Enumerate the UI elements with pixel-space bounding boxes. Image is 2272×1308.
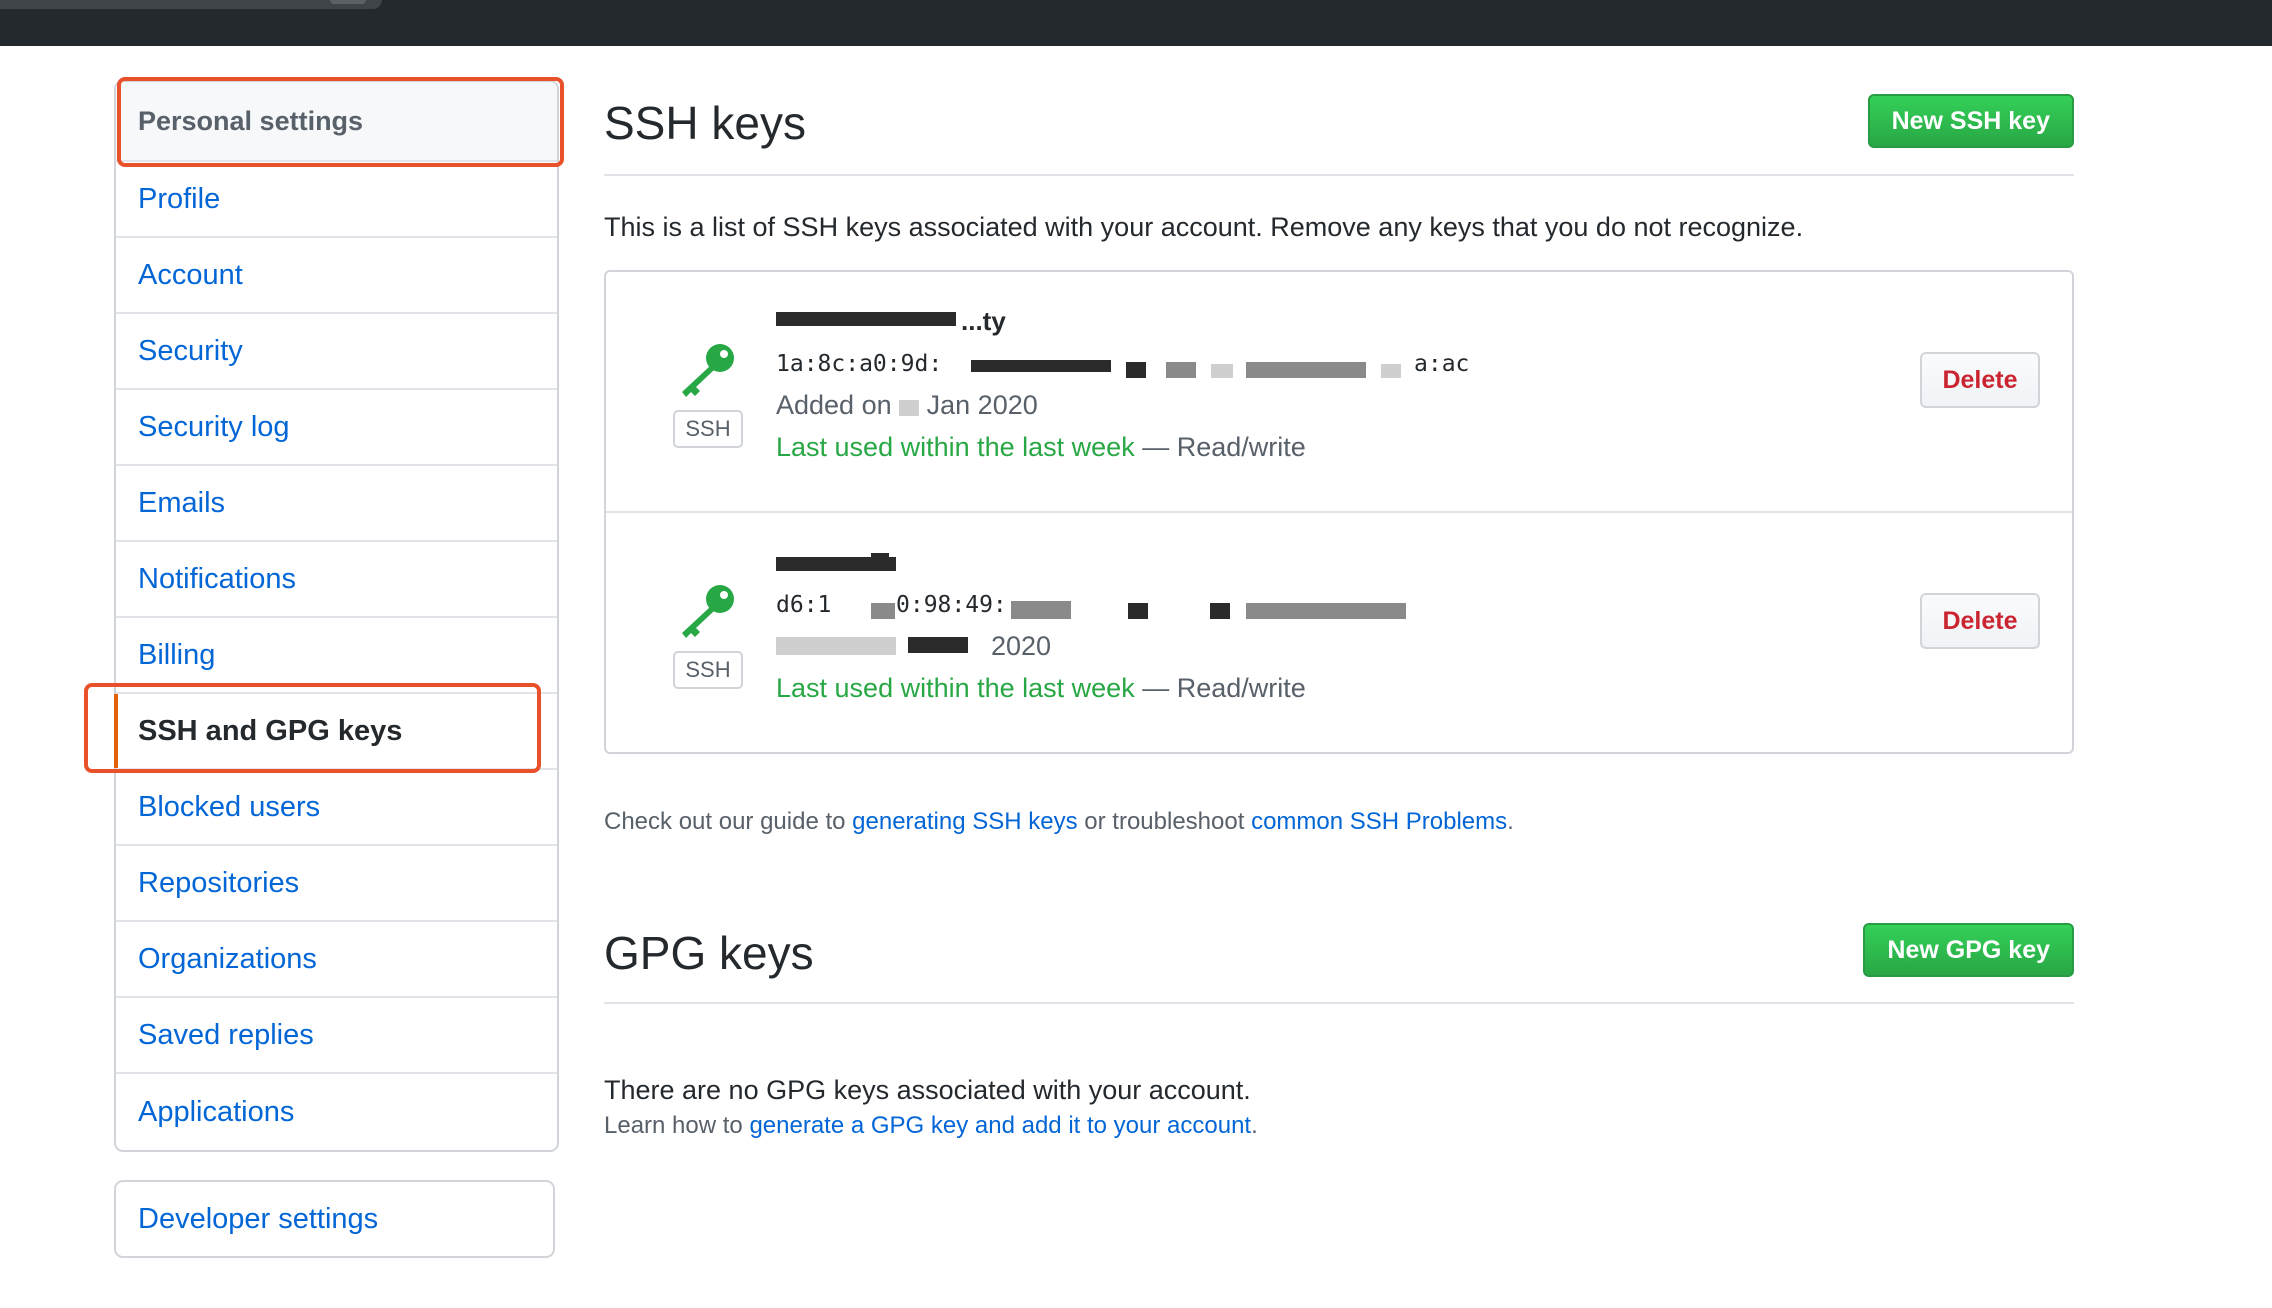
delete-button[interactable]: Delete — [1920, 593, 2040, 649]
sidebar-item-blocked-users[interactable]: Blocked users — [116, 770, 557, 846]
common-ssh-problems-link[interactable]: common SSH Problems — [1251, 808, 1507, 835]
added-date: Jan 2020 — [926, 390, 1038, 420]
sidebar-item-billing[interactable]: Billing — [116, 618, 557, 694]
sidebar-item-emails[interactable]: Emails — [116, 466, 557, 542]
learn-prefix: Learn how to — [604, 1112, 750, 1139]
redaction — [1210, 603, 1230, 619]
redaction — [1011, 601, 1071, 619]
ssh-key-last-used: Last used within the last week — Read/wr… — [776, 432, 1306, 463]
search-input[interactable] — [0, 0, 382, 9]
redaction — [1211, 364, 1233, 378]
access-level: — Read/write — [1134, 432, 1306, 462]
added-label: Added on — [776, 390, 892, 420]
redaction — [1246, 362, 1366, 378]
ssh-guide-note: Check out our guide to generating SSH ke… — [604, 808, 1514, 836]
ssh-badge: SSH — [673, 410, 743, 448]
redaction — [1128, 603, 1148, 619]
guide-prefix: Check out our guide to — [604, 808, 853, 835]
redaction — [776, 312, 956, 326]
ssh-key-fingerprint-end: a:ac — [1414, 351, 1469, 377]
fingerprint-end: 0:98:49: — [896, 592, 1007, 618]
fingerprint-end: a:ac — [1414, 351, 1470, 377]
redaction — [776, 637, 896, 655]
generating-ssh-keys-link[interactable]: generating SSH keys — [852, 808, 1077, 835]
redaction — [1381, 364, 1401, 378]
ssh-keys-header: SSH keys New SSH key — [604, 80, 2074, 176]
ssh-keys-list: SSH ...ty 1a:8c:a0:9d: a:ac Added on Jan… — [604, 270, 2074, 754]
top-navigation-bar — [0, 0, 2272, 46]
last-used-text: Last used within the last week — [776, 673, 1135, 703]
ssh-key-added: 2020 — [991, 631, 1051, 662]
ssh-keys-title: SSH keys — [604, 97, 806, 149]
ssh-key-fingerprint: 1a:8c:a0:9d: — [776, 351, 942, 377]
sidebar-item-security[interactable]: Security — [116, 314, 557, 390]
ssh-key-title: ...ty — [961, 306, 1006, 336]
key-icon-block: SSH — [668, 340, 748, 448]
new-ssh-key-button[interactable]: New SSH key — [1867, 94, 2074, 148]
ssh-key-item: SSH d6:1 0:98:49: 2020 Last used within … — [606, 513, 2072, 752]
sidebar-item-saved-replies[interactable]: Saved replies — [116, 998, 557, 1074]
redaction — [1246, 603, 1406, 619]
sidebar-item-repositories[interactable]: Repositories — [116, 846, 557, 922]
gpg-empty-message: There are no GPG keys associated with yo… — [604, 1075, 1251, 1105]
key-icon-block: SSH — [668, 581, 748, 689]
redaction — [871, 603, 895, 619]
redaction — [899, 400, 920, 416]
redaction — [908, 637, 968, 653]
generate-gpg-key-link[interactable]: generate a GPG key and add it to your ac… — [749, 1112, 1251, 1139]
key-icon — [682, 344, 734, 397]
ssh-key-fingerprint-end: 0:98:49: — [896, 592, 1007, 618]
ssh-key-fingerprint: d6:1 — [776, 592, 831, 618]
redaction — [871, 553, 889, 571]
guide-suffix: . — [1507, 808, 1514, 835]
sidebar-item-notifications[interactable]: Notifications — [116, 542, 557, 618]
gpg-keys-header: GPG keys New GPG key — [604, 908, 2074, 1004]
ssh-key-last-used: Last used within the last week — Read/wr… — [776, 673, 1306, 704]
sidebar-item-applications[interactable]: Applications — [116, 1074, 557, 1150]
access-level: — Read/write — [1134, 673, 1306, 703]
slash-shortcut-icon — [330, 0, 366, 4]
redaction — [1126, 362, 1146, 378]
sidebar-item-security-log[interactable]: Security log — [116, 390, 557, 466]
redaction — [971, 360, 1111, 372]
fingerprint-start: 1a:8c:a0:9d: — [776, 351, 943, 377]
sidebar-item-developer-settings[interactable]: Developer settings — [114, 1180, 555, 1258]
sidebar-item-ssh-gpg-keys[interactable]: SSH and GPG keys — [114, 694, 557, 770]
delete-button[interactable]: Delete — [1920, 352, 2040, 408]
sidebar-item-organizations[interactable]: Organizations — [116, 922, 557, 998]
ssh-key-added: Added on Jan 2020 — [776, 390, 1038, 421]
gpg-keys-title: GPG keys — [604, 927, 814, 979]
key-icon — [682, 585, 734, 638]
new-gpg-key-button[interactable]: New GPG key — [1863, 923, 2074, 977]
added-date: 2020 — [991, 631, 1052, 661]
ssh-badge: SSH — [673, 651, 743, 689]
sidebar-item-account[interactable]: Account — [116, 238, 557, 314]
gpg-learn-note: Learn how to generate a GPG key and add … — [604, 1112, 1258, 1140]
guide-middle: or troubleshoot — [1077, 808, 1252, 835]
last-used-text: Last used within the last week — [776, 432, 1135, 462]
main-content: SSH keys New SSH key This is a list of S… — [604, 80, 2074, 1139]
settings-sidebar: Personal settings Profile Account Securi… — [114, 80, 559, 1152]
gpg-keys-section: GPG keys New GPG key There are no GPG ke… — [604, 908, 2074, 1105]
ssh-key-item: SSH ...ty 1a:8c:a0:9d: a:ac Added on Jan… — [606, 272, 2072, 513]
fingerprint-start: d6:1 — [776, 592, 832, 618]
sidebar-item-profile[interactable]: Profile — [116, 162, 557, 238]
redaction — [1166, 362, 1196, 378]
sidebar-heading: Personal settings — [116, 82, 557, 162]
ssh-keys-intro: This is a list of SSH keys associated wi… — [604, 212, 1804, 242]
learn-suffix: . — [1251, 1112, 1258, 1139]
